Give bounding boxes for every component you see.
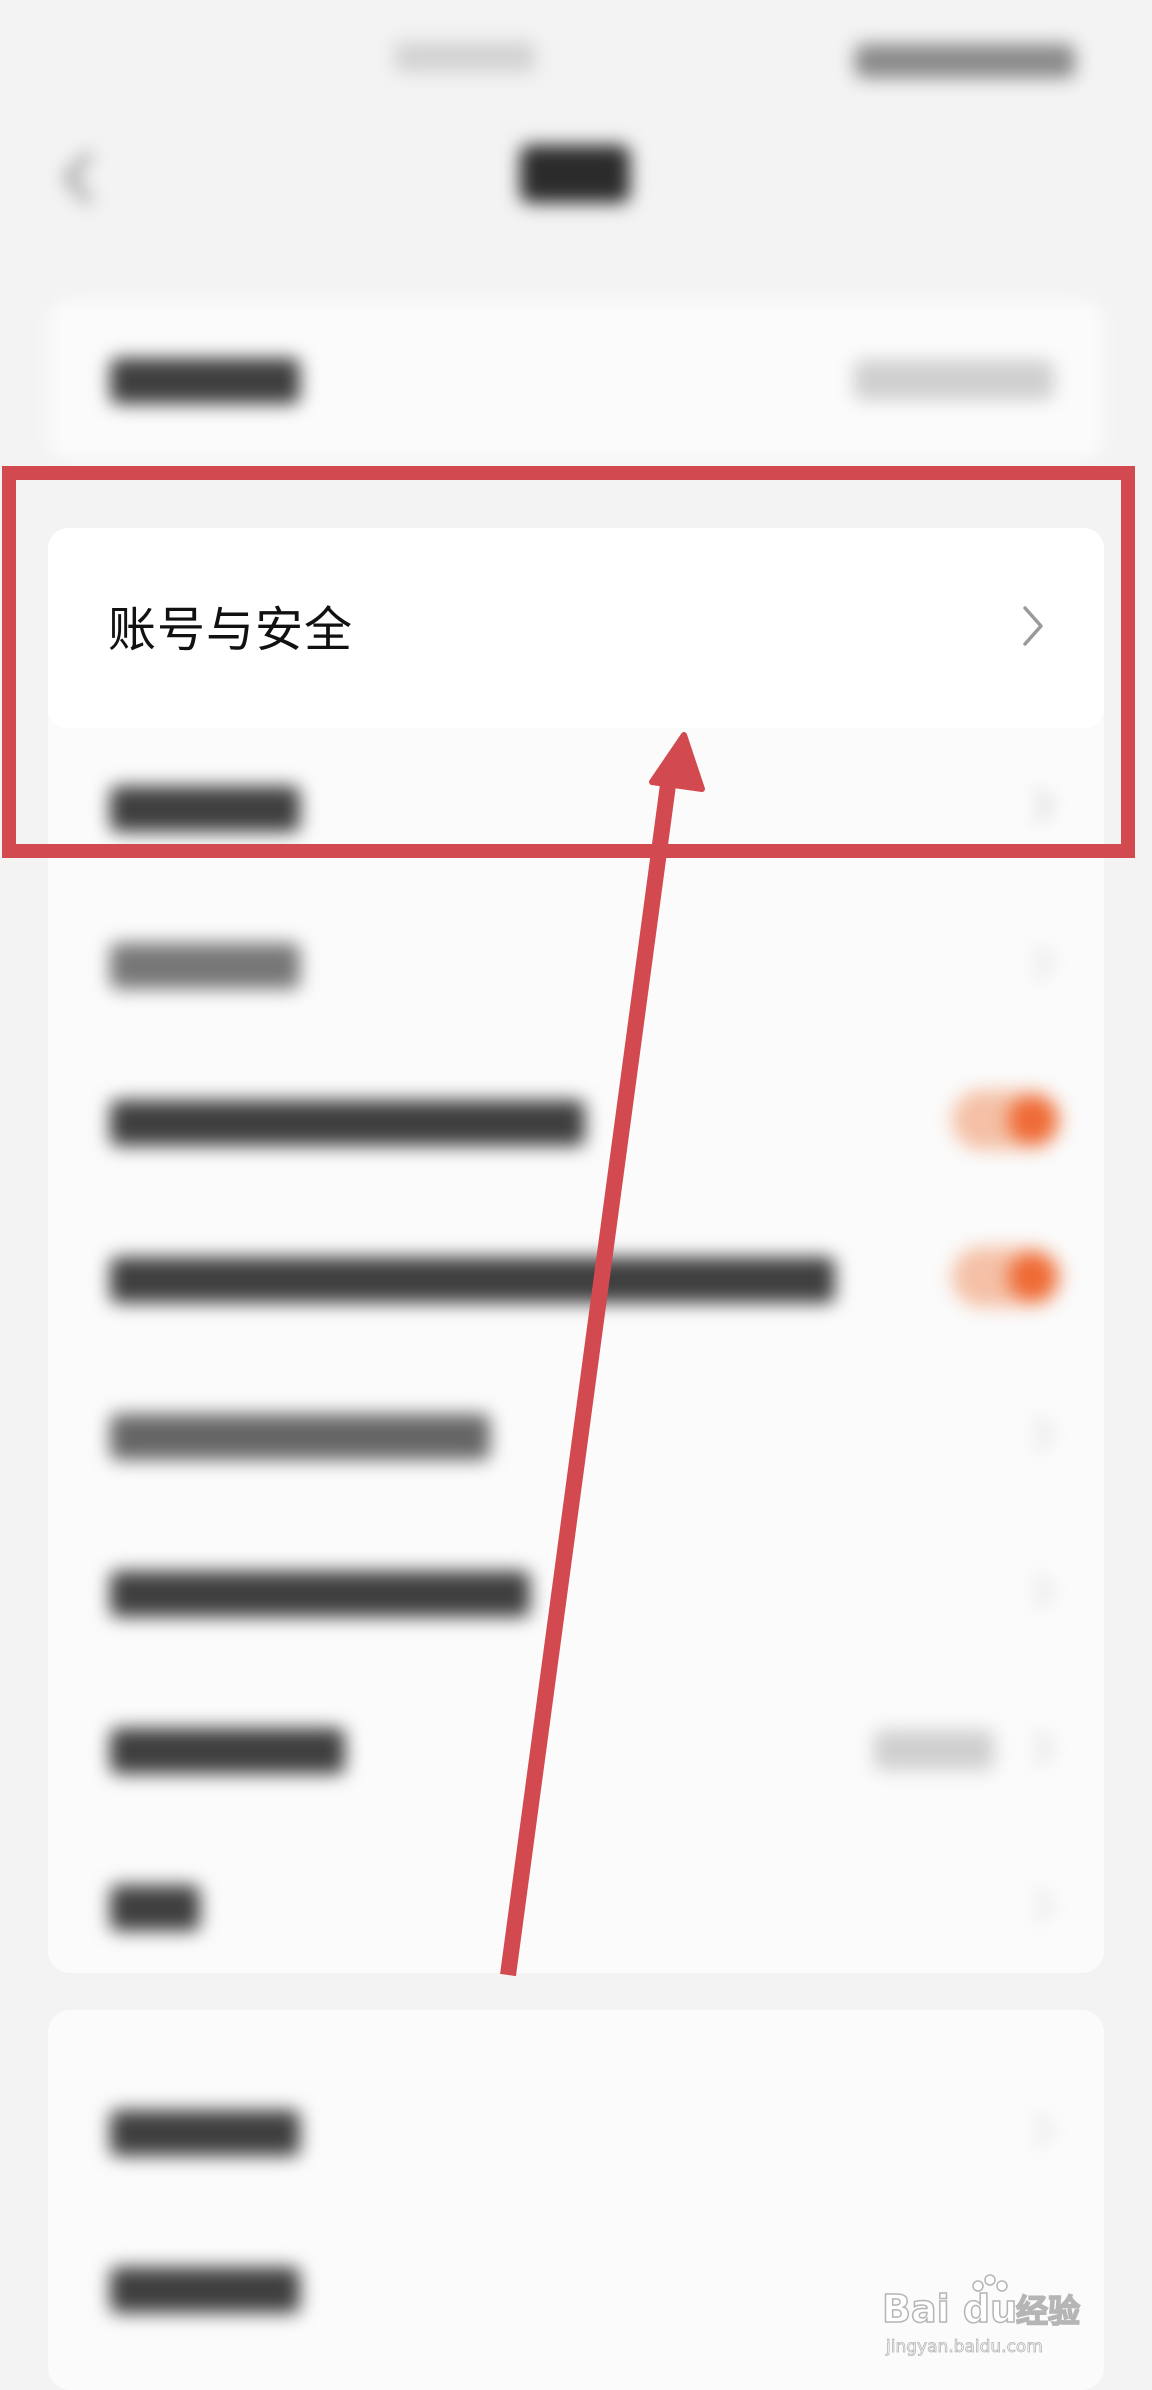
chevron-right-icon: [1034, 1573, 1053, 1609]
settings-row-toggle: [48, 1042, 1104, 1199]
annotation-highlight-box: [2, 466, 1135, 858]
status-time: [395, 42, 535, 72]
row-label: [110, 1885, 200, 1931]
settings-row[interactable]: [48, 1513, 1104, 1670]
chevron-right-icon: [1034, 945, 1053, 981]
chevron-right-icon: [1034, 2112, 1053, 2148]
row-value: [854, 360, 1054, 400]
chevron-right-icon: [1034, 1416, 1053, 1452]
page-title: [520, 145, 630, 203]
baidu-jingyan-watermark: Bai du 经验 jingyan.baidu.com: [881, 2274, 1081, 2357]
settings-row[interactable]: [48, 885, 1104, 1042]
row-label: [110, 1728, 345, 1774]
row-label: [110, 1100, 585, 1146]
row-label: [110, 358, 300, 404]
settings-row[interactable]: [48, 2052, 1104, 2209]
settings-row[interactable]: [48, 1827, 1104, 1984]
row-label: [110, 2110, 300, 2156]
chevron-left-icon[interactable]: [58, 148, 98, 208]
watermark-suffix: 经验: [1016, 2292, 1080, 2330]
settings-row[interactable]: [48, 1356, 1104, 1513]
settings-row[interactable]: [48, 1670, 1104, 1827]
watermark-brand: Bai du: [882, 2287, 1017, 2331]
watermark-url: jingyan.baidu.com: [885, 2337, 1043, 2357]
row-label: [110, 943, 300, 989]
toggle-switch[interactable]: [952, 1247, 1062, 1307]
row-label: [110, 1414, 490, 1460]
row-label: [110, 2267, 300, 2313]
settings-card-top: [48, 300, 1104, 460]
chevron-right-icon: [1034, 1730, 1053, 1766]
status-icons: [855, 44, 1075, 78]
row-label: [110, 1257, 835, 1303]
row-value: [874, 1730, 994, 1770]
settings-row-top[interactable]: [48, 300, 1104, 457]
toggle-switch[interactable]: [952, 1090, 1062, 1150]
settings-row-toggle: [48, 1199, 1104, 1356]
status-bar: [0, 0, 1152, 130]
chevron-right-icon: [1034, 1887, 1053, 1923]
row-label: [110, 1571, 530, 1617]
